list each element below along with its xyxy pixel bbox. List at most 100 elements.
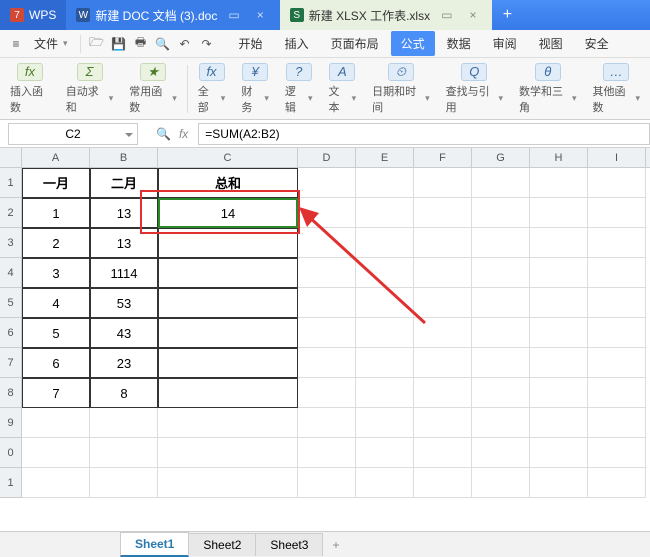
cell[interactable]: [414, 258, 472, 288]
cell-A1[interactable]: 一月: [22, 168, 90, 198]
tab-formula[interactable]: 公式: [391, 31, 435, 56]
cell[interactable]: [356, 258, 414, 288]
lookup-fn-button[interactable]: Q 查找与引用: [440, 61, 509, 117]
tab-review[interactable]: 审阅: [483, 31, 527, 56]
row-header[interactable]: 1: [0, 468, 22, 498]
cell[interactable]: 23: [90, 348, 158, 378]
cell[interactable]: [158, 468, 298, 498]
cell[interactable]: [158, 228, 298, 258]
formula-input[interactable]: =SUM(A2:B2): [198, 123, 650, 145]
cell[interactable]: [414, 318, 472, 348]
cell[interactable]: [298, 228, 356, 258]
tab-pagelayout[interactable]: 页面布局: [321, 31, 389, 56]
cell[interactable]: [158, 378, 298, 408]
tab-start[interactable]: 开始: [229, 31, 273, 56]
cell[interactable]: [356, 198, 414, 228]
close-icon[interactable]: ×: [463, 8, 482, 22]
cell[interactable]: [158, 408, 298, 438]
row-header[interactable]: 6: [0, 318, 22, 348]
cell[interactable]: [22, 408, 90, 438]
cell[interactable]: [530, 168, 588, 198]
cell[interactable]: [298, 198, 356, 228]
app-tab-doc[interactable]: W 新建 DOC 文档 (3).doc ▭ ×: [66, 0, 279, 30]
cell[interactable]: [356, 468, 414, 498]
sheet-tab-2[interactable]: Sheet2: [188, 533, 256, 556]
cell[interactable]: [356, 348, 414, 378]
row-header[interactable]: 7: [0, 348, 22, 378]
cell-B1[interactable]: 二月: [90, 168, 158, 198]
tab-insert[interactable]: 插入: [275, 31, 319, 56]
cell[interactable]: 43: [90, 318, 158, 348]
cell[interactable]: [588, 288, 646, 318]
cell[interactable]: [530, 288, 588, 318]
cell[interactable]: [414, 348, 472, 378]
cell[interactable]: [588, 468, 646, 498]
zoom-icon[interactable]: 🔍: [156, 127, 171, 141]
cell[interactable]: [158, 288, 298, 318]
cell-C1[interactable]: 总和: [158, 168, 298, 198]
app-tab-xlsx[interactable]: S 新建 XLSX 工作表.xlsx ▭ ×: [280, 0, 493, 30]
cell[interactable]: [472, 348, 530, 378]
cell[interactable]: [472, 288, 530, 318]
row-header[interactable]: 0: [0, 438, 22, 468]
row-header[interactable]: 1: [0, 168, 22, 198]
common-fn-button[interactable]: ★ 常用函数: [123, 61, 183, 117]
cell[interactable]: 6: [22, 348, 90, 378]
cell[interactable]: [472, 378, 530, 408]
cell[interactable]: [588, 258, 646, 288]
col-header-A[interactable]: A: [22, 148, 90, 167]
print-icon[interactable]: 🖶: [131, 34, 151, 54]
menu-icon[interactable]: ≡: [6, 34, 26, 54]
cell[interactable]: [588, 348, 646, 378]
restore-icon[interactable]: ▭: [435, 8, 458, 22]
cell[interactable]: [472, 228, 530, 258]
insert-function-button[interactable]: fx 插入函数: [4, 61, 56, 117]
cell[interactable]: [158, 258, 298, 288]
sheet-tab-1[interactable]: Sheet1: [120, 532, 189, 557]
cell[interactable]: [298, 288, 356, 318]
cell[interactable]: [588, 438, 646, 468]
cell[interactable]: [414, 408, 472, 438]
text-fn-button[interactable]: A 文本: [323, 61, 363, 117]
cell[interactable]: 13: [90, 228, 158, 258]
cell[interactable]: [356, 228, 414, 258]
cell[interactable]: [414, 168, 472, 198]
cell[interactable]: [472, 258, 530, 288]
cell[interactable]: [90, 438, 158, 468]
cell[interactable]: [530, 318, 588, 348]
cell[interactable]: [472, 168, 530, 198]
cell[interactable]: [588, 378, 646, 408]
fx-icon[interactable]: fx: [179, 127, 188, 141]
cell[interactable]: [356, 378, 414, 408]
cell[interactable]: [530, 438, 588, 468]
cell[interactable]: [530, 348, 588, 378]
cell[interactable]: [356, 318, 414, 348]
row-header[interactable]: 9: [0, 408, 22, 438]
cell[interactable]: [588, 198, 646, 228]
cell[interactable]: 53: [90, 288, 158, 318]
col-header-D[interactable]: D: [298, 148, 356, 167]
cell[interactable]: [298, 168, 356, 198]
cell[interactable]: 7: [22, 378, 90, 408]
autosum-button[interactable]: Σ 自动求和: [60, 61, 120, 117]
cell[interactable]: [298, 408, 356, 438]
undo-icon[interactable]: ↶: [175, 34, 195, 54]
cell[interactable]: [414, 438, 472, 468]
cell[interactable]: [356, 438, 414, 468]
math-fn-button[interactable]: θ 数学和三角: [513, 61, 582, 117]
cell[interactable]: [356, 168, 414, 198]
cell[interactable]: [158, 318, 298, 348]
name-box[interactable]: C2: [8, 123, 138, 145]
cell[interactable]: [298, 348, 356, 378]
open-icon[interactable]: 🗁: [87, 34, 107, 54]
tab-security[interactable]: 安全: [575, 31, 619, 56]
cell[interactable]: 4: [22, 288, 90, 318]
cell[interactable]: [530, 198, 588, 228]
cell[interactable]: [22, 438, 90, 468]
cell[interactable]: [472, 318, 530, 348]
cell[interactable]: [356, 288, 414, 318]
cell[interactable]: [472, 408, 530, 438]
file-menu[interactable]: 文件: [28, 32, 74, 55]
cell[interactable]: 5: [22, 318, 90, 348]
cell[interactable]: [298, 318, 356, 348]
